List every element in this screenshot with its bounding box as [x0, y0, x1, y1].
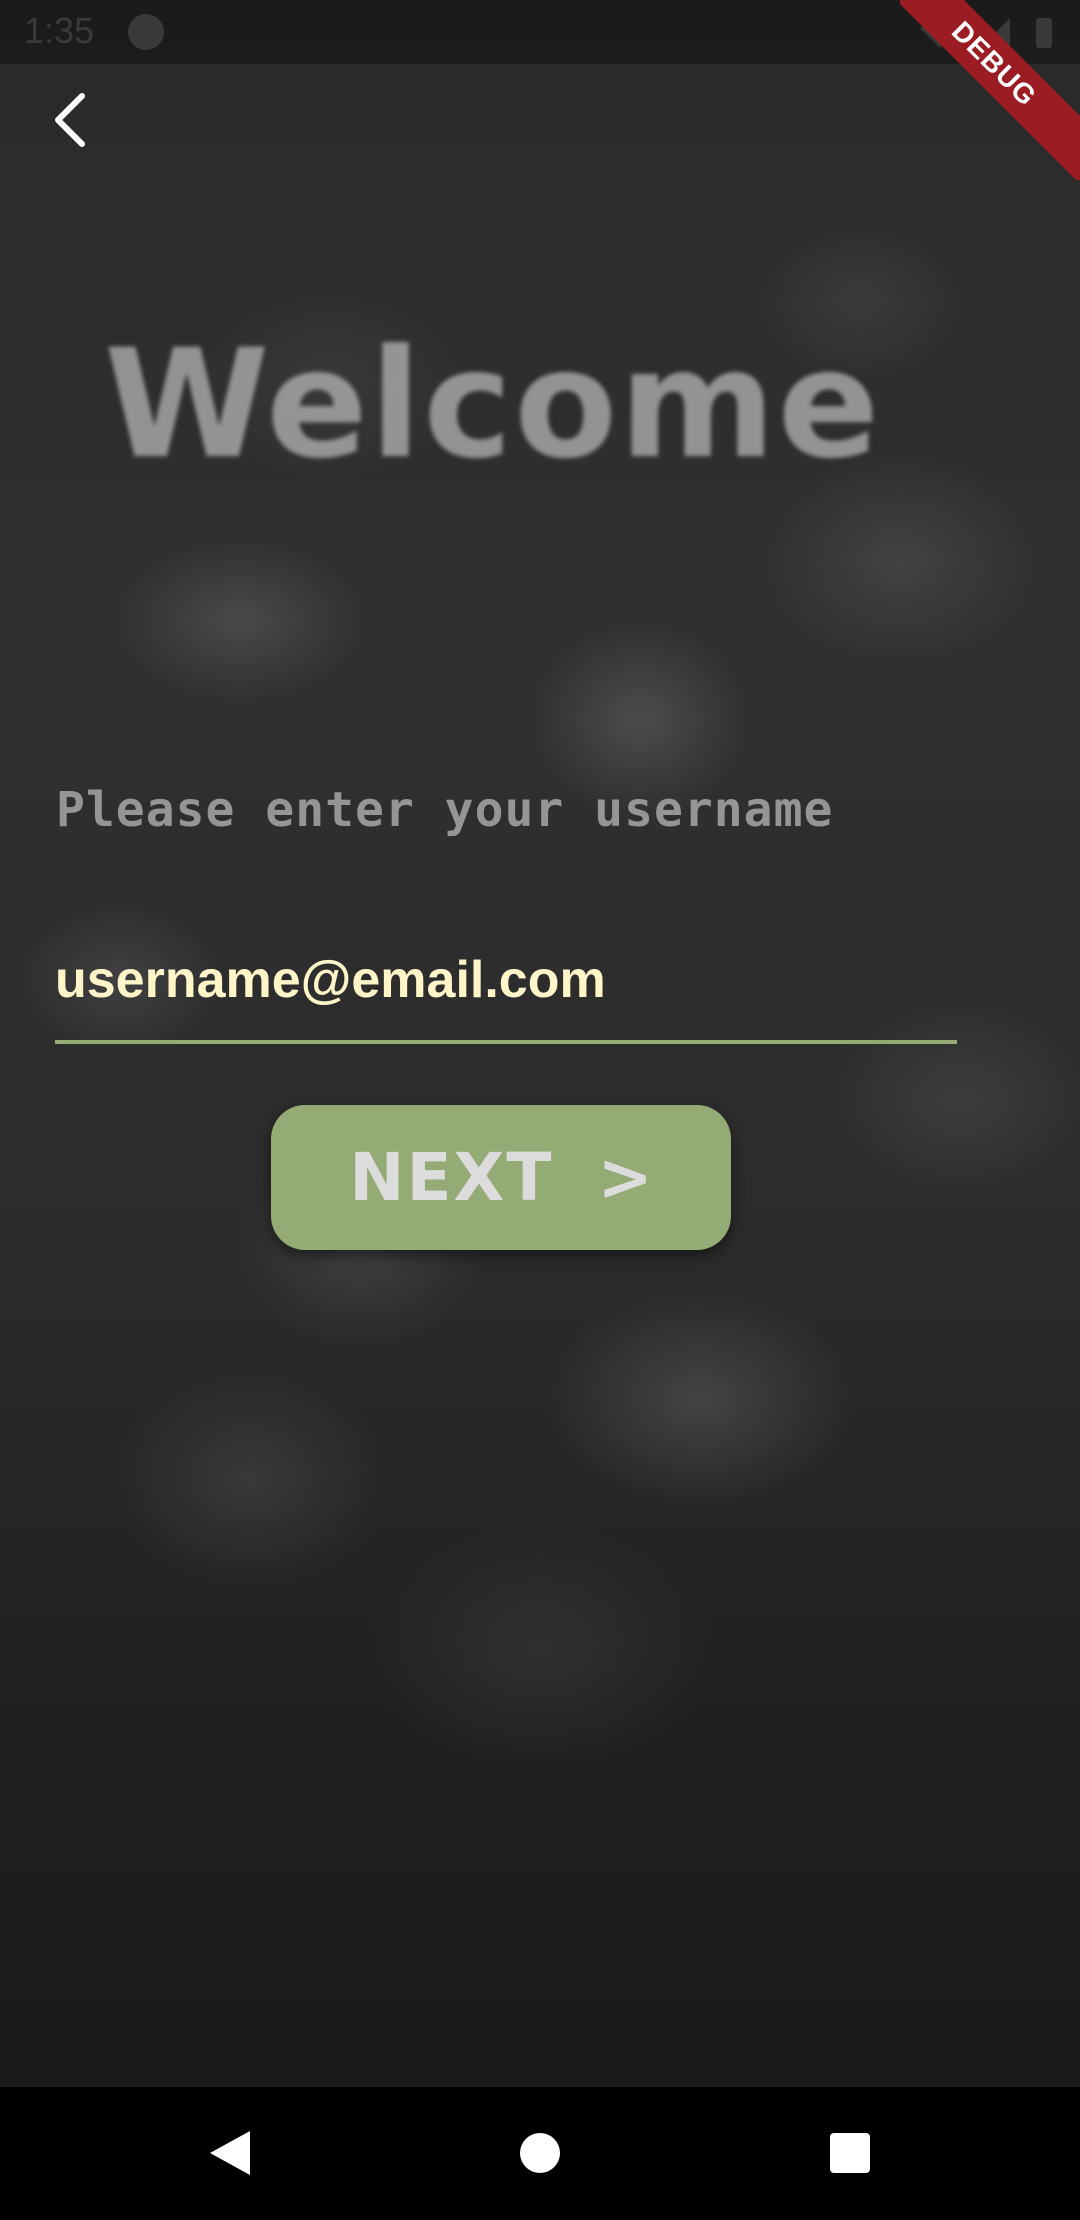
- status-time: 1:35: [24, 10, 95, 51]
- page-title: Welcome: [104, 318, 882, 492]
- nav-recents-button[interactable]: [810, 2113, 890, 2193]
- nav-back-button[interactable]: [190, 2113, 270, 2193]
- debug-label: DEBUG: [900, 0, 1080, 180]
- username-input[interactable]: [55, 935, 957, 1025]
- username-underline: [55, 1040, 957, 1044]
- circle-home-icon: [520, 2133, 560, 2173]
- notification-icon: [128, 14, 164, 50]
- square-recents-icon: [830, 2133, 870, 2173]
- triangle-back-icon: [210, 2131, 250, 2175]
- debug-banner: DEBUG: [900, 0, 1080, 180]
- system-navigation-bar: [0, 2087, 1080, 2220]
- welcome-screen: 1:35 DEBUG Welcome Please enter your use…: [0, 0, 1080, 2220]
- username-prompt: Please enter your username: [56, 782, 834, 838]
- next-button[interactable]: NEXT >: [271, 1105, 731, 1250]
- back-button[interactable]: [30, 80, 110, 160]
- chevron-right-icon: >: [597, 1139, 653, 1216]
- nav-home-button[interactable]: [500, 2113, 580, 2193]
- chevron-left-icon: [55, 93, 85, 147]
- next-button-label: NEXT: [349, 1139, 554, 1216]
- username-field-container: [55, 935, 957, 1045]
